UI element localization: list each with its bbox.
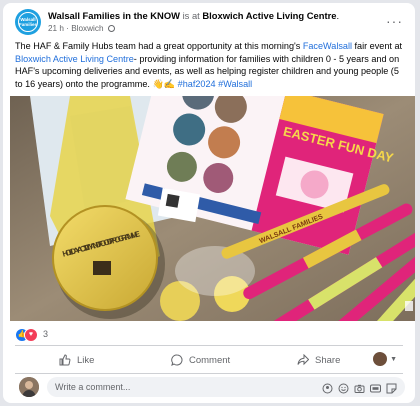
camera-icon[interactable] <box>354 381 365 393</box>
share-label: Share <box>315 354 341 366</box>
comment-label: Comment <box>189 354 231 366</box>
qr-code <box>165 193 180 208</box>
hashtag-haf2024[interactable]: #haf2024 <box>178 79 216 89</box>
avatar-icon <box>373 352 388 366</box>
current-user-avatar[interactable] <box>19 377 39 397</box>
comment-box[interactable] <box>47 377 405 397</box>
tag-bloxwich[interactable]: Bloxwich Active Living Centre <box>15 54 134 64</box>
post-time-link[interactable]: 21 h <box>48 24 64 33</box>
user-photo <box>19 377 39 397</box>
comment-composer <box>15 376 407 398</box>
share-button[interactable]: Share <box>297 349 340 371</box>
avatar-sticker-icon[interactable] <box>322 381 333 394</box>
reaction-count[interactable]: 3 <box>43 329 48 339</box>
sticker-icon[interactable] <box>386 381 397 394</box>
body-part-1: The HAF & Family Hubs team had a great o… <box>15 41 303 51</box>
post-meta: 21 h · Bloxwich <box>48 24 115 33</box>
page-name-link[interactable]: Walsall Families in the KNOW <box>48 10 180 21</box>
comment-button[interactable]: Comment <box>171 349 230 371</box>
plastic-bag <box>175 246 255 296</box>
like-button[interactable]: Like <box>59 349 94 371</box>
divider-bottom <box>15 373 403 374</box>
chevron-down-icon: ▼ <box>390 355 397 363</box>
love-reaction-icon: ♥ <box>24 328 38 342</box>
header-line: Walsall Families in the KNOW is at Bloxw… <box>48 10 339 21</box>
body-part-2: fair event at <box>352 41 403 51</box>
post-as-selector[interactable]: ▼ <box>373 352 397 366</box>
post-place: Bloxwich <box>71 24 104 33</box>
like-label: Like <box>77 354 95 366</box>
page-logo: Walsall Families <box>18 12 38 32</box>
post-body: The HAF & Family Hubs team had a great o… <box>15 40 405 90</box>
emoji-icon[interactable] <box>338 381 349 394</box>
page-avatar[interactable]: Walsall Families <box>15 9 41 35</box>
comment-input[interactable] <box>55 377 255 397</box>
post-photo[interactable]: EASTER FUN DAY HOLIDAY ACTIVITY AND FOOD… <box>10 96 415 321</box>
more-options-icon[interactable]: ··· <box>386 13 403 29</box>
page-logo-text: Walsall Families <box>19 17 38 27</box>
share-icon <box>297 354 309 366</box>
post-header: Walsall Families Walsall Families in the… <box>15 9 405 37</box>
gif-icon[interactable] <box>370 381 381 393</box>
location-link[interactable]: Bloxwich Active Living Centre <box>202 10 336 21</box>
location-suffix: . <box>336 10 340 21</box>
is-at-text: is at <box>179 10 203 21</box>
hashtag-walsall[interactable]: #Walsall <box>218 79 252 89</box>
like-icon <box>59 354 71 366</box>
post-card: Walsall Families Walsall Families in the… <box>3 3 415 403</box>
globe-icon <box>107 25 115 32</box>
comment-tools <box>322 381 397 394</box>
comment-icon <box>171 354 183 366</box>
tag-facewalsall[interactable]: FaceWalsall <box>303 41 352 51</box>
action-bar: Like Comment Share ▼ <box>15 349 403 371</box>
fullscreen-icon[interactable] <box>405 301 413 311</box>
photo-scene: EASTER FUN DAY HOLIDAY ACTIVITY AND FOOD… <box>10 96 415 321</box>
divider-top <box>15 345 403 346</box>
